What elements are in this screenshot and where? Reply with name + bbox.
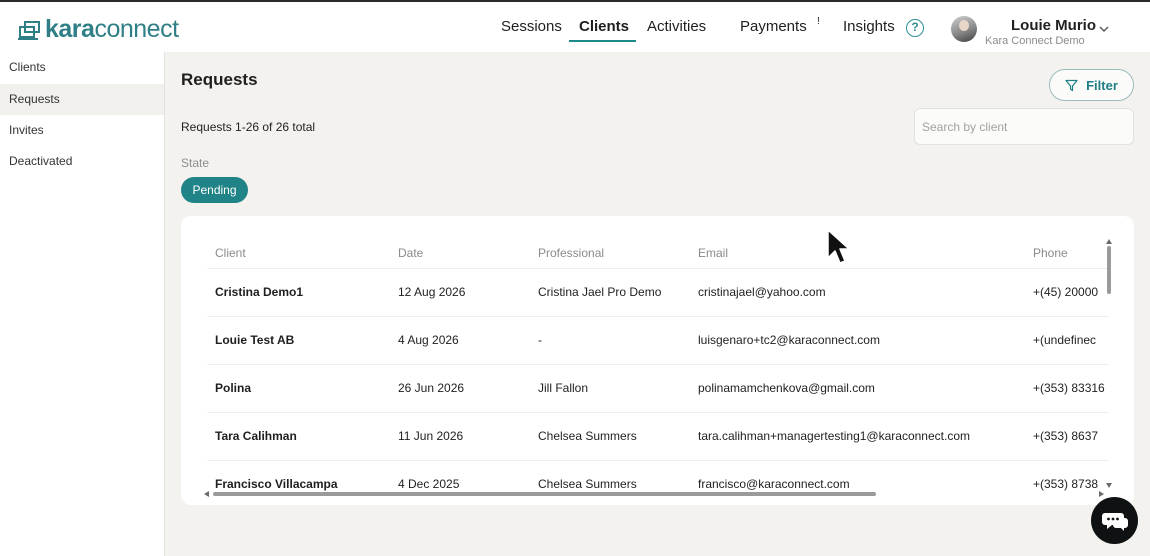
cell-email: tara.calihman+managertesting1@karaconnec…: [698, 429, 970, 443]
header-divider: [207, 268, 1109, 269]
help-icon[interactable]: ?: [906, 19, 924, 37]
search-input[interactable]: [914, 108, 1134, 145]
horizontal-scrollbar-thumb[interactable]: [213, 492, 876, 496]
cell-date: 12 Aug 2026: [398, 285, 466, 299]
column-header-date[interactable]: Date: [398, 246, 423, 260]
cell-professional: Chelsea Summers: [538, 429, 637, 443]
cell-client: Cristina Demo1: [215, 285, 304, 299]
top-header: karaconnect Sessions Clients Activities …: [0, 0, 1150, 52]
cell-client: Tara Calihman: [215, 429, 297, 443]
payments-alert-badge: !: [817, 16, 820, 27]
nav-sessions[interactable]: Sessions: [501, 18, 562, 35]
state-chip-pending[interactable]: Pending: [181, 177, 248, 203]
filter-button[interactable]: Filter: [1049, 69, 1134, 101]
cell-date: 11 Jun 2026: [398, 429, 464, 443]
row-divider: [207, 412, 1109, 413]
cell-phone: +(353) 8738: [1033, 477, 1099, 491]
active-nav-underline: [569, 40, 636, 42]
row-divider: [207, 316, 1109, 317]
column-header-phone[interactable]: Phone: [1033, 246, 1068, 260]
scroll-up-arrow-icon[interactable]: [1106, 239, 1112, 244]
state-label: State: [181, 156, 210, 170]
nav-clients[interactable]: Clients: [579, 18, 629, 35]
requests-table: Client Date Professional Email Phone Cri…: [181, 216, 1134, 505]
page-title: Requests: [181, 70, 258, 89]
scroll-right-arrow-icon[interactable]: [1099, 491, 1104, 497]
cell-email: polinamamchenkova@gmail.com: [698, 381, 875, 395]
table-viewport: Client Date Professional Email Phone Cri…: [181, 216, 1109, 505]
chevron-down-icon[interactable]: [1099, 25, 1109, 33]
nav-activities[interactable]: Activities: [647, 18, 706, 35]
cell-date: 26 Jun 2026: [398, 381, 465, 395]
scroll-down-arrow-icon[interactable]: [1106, 483, 1112, 488]
cell-date: 4 Aug 2026: [398, 333, 459, 347]
column-header-email[interactable]: Email: [698, 246, 728, 260]
cell-phone: +(45) 20000: [1033, 285, 1099, 299]
sidebar-item-deactivated[interactable]: Deactivated: [0, 146, 164, 177]
sidebar: Clients Requests Invites Deactivated: [0, 52, 165, 556]
user-name[interactable]: Louie Murio: [1011, 17, 1096, 34]
cell-date: 4 Dec 2025: [398, 477, 460, 491]
sidebar-item-invites[interactable]: Invites: [0, 115, 164, 146]
cell-client: Francisco Villacampa: [215, 477, 338, 491]
cell-professional: -: [538, 333, 542, 347]
user-organization: Kara Connect Demo: [985, 35, 1085, 47]
cell-email: luisgenaro+tc2@karaconnect.com: [698, 333, 880, 347]
nav-insights[interactable]: Insights: [843, 18, 895, 35]
cell-professional: Cristina Jael Pro Demo: [538, 285, 662, 299]
column-header-client[interactable]: Client: [215, 246, 246, 260]
nav-payments[interactable]: Payments: [740, 18, 807, 35]
cell-client: Louie Test AB: [215, 333, 295, 347]
results-count: Requests 1-26 of 26 total: [181, 120, 316, 134]
row-divider: [207, 364, 1109, 365]
cell-email: cristinajael@yahoo.com: [698, 285, 826, 299]
cell-client: Polina: [215, 381, 252, 395]
filter-funnel-icon: [1065, 79, 1078, 91]
cell-phone: +(undefinec: [1033, 333, 1097, 347]
cell-professional: Jill Fallon: [538, 381, 589, 395]
avatar[interactable]: [951, 16, 977, 42]
filter-button-label: Filter: [1086, 77, 1118, 93]
sidebar-item-requests[interactable]: Requests: [0, 84, 164, 115]
vertical-scrollbar-thumb[interactable]: [1107, 246, 1111, 294]
chat-bubble-icon: [1101, 512, 1128, 531]
column-header-professional[interactable]: Professional: [538, 246, 604, 260]
cell-email: francisco@karaconnect.com: [698, 477, 850, 491]
cell-phone: +(353) 8637: [1033, 429, 1099, 443]
scroll-left-arrow-icon[interactable]: [204, 491, 209, 497]
sidebar-item-clients[interactable]: Clients: [0, 52, 164, 83]
mouse-pointer-icon: [827, 229, 850, 264]
cell-phone: +(353) 83316: [1033, 381, 1105, 395]
row-divider: [207, 460, 1109, 461]
chat-launcher-button[interactable]: [1091, 497, 1138, 544]
cell-professional: Chelsea Summers: [538, 477, 637, 491]
